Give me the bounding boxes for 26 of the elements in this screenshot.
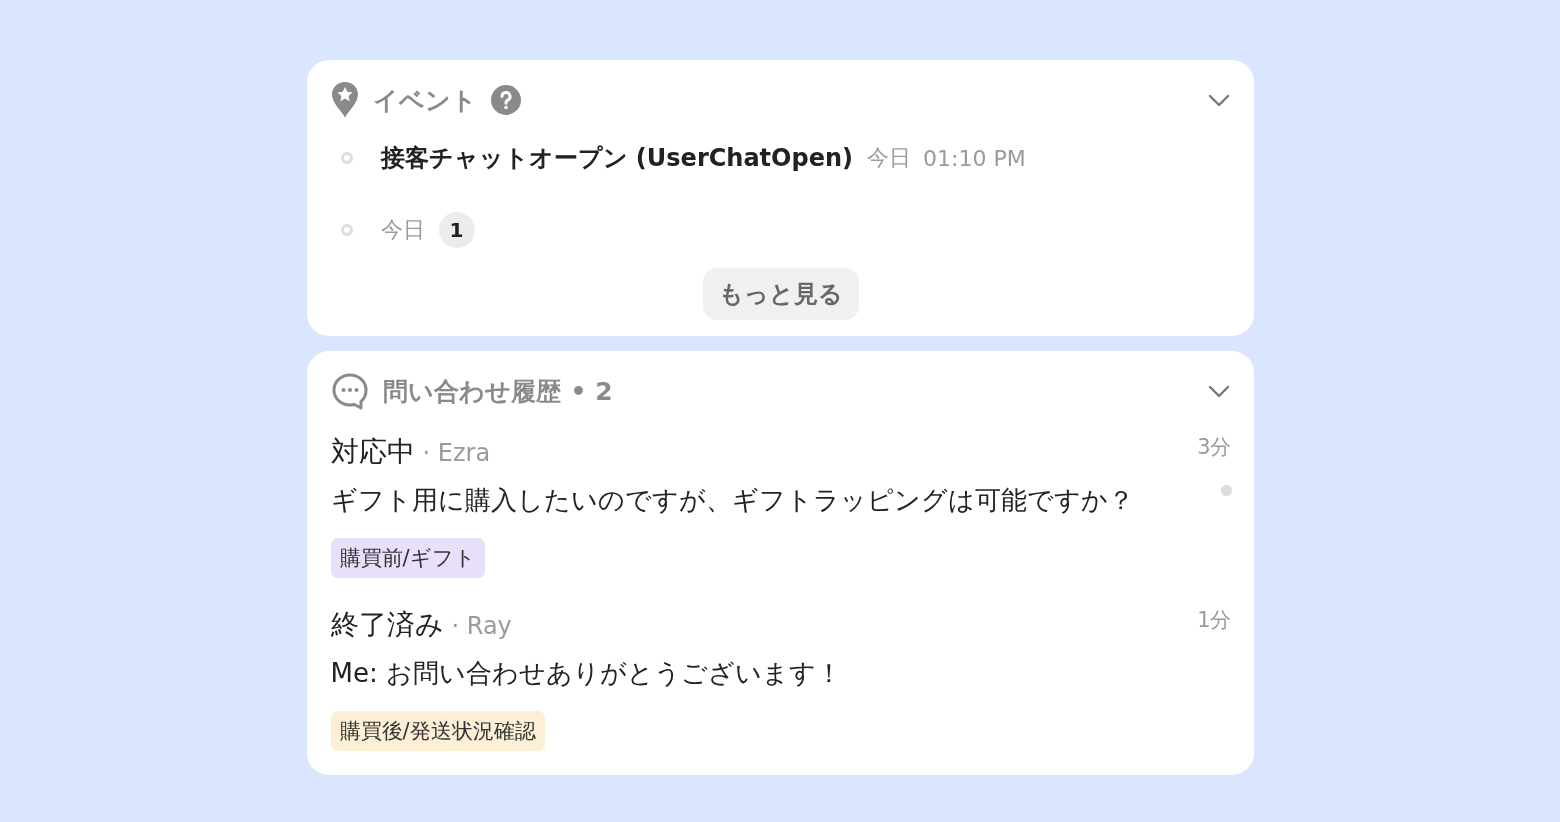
chat-assignee: · Ray bbox=[451, 612, 512, 640]
section-title: イベント bbox=[372, 84, 477, 117]
chat-time: 3分 bbox=[1197, 434, 1232, 461]
chat-status: 終了済み bbox=[330, 607, 444, 643]
history-count: • 2 bbox=[570, 376, 613, 406]
help-icon[interactable] bbox=[490, 85, 521, 115]
chat-tag: 購買前/ギフト bbox=[330, 538, 485, 578]
event-name: 接客チャットオープン (UserChatOpen) bbox=[380, 143, 853, 174]
chat-bubble-icon bbox=[330, 372, 369, 410]
timeline-dot bbox=[340, 224, 353, 236]
section-title: 問い合わせ履歴 bbox=[382, 375, 561, 408]
chat-item[interactable]: 終了済み · Ray 1分 Me: お問い合わせありがとうございます！ 購買後/発送状況確認 bbox=[330, 586, 1232, 759]
chat-tag: 購買後/発送状況確認 bbox=[330, 711, 545, 751]
event-count: 1 bbox=[438, 212, 475, 248]
chat-status: 対応中 bbox=[330, 434, 415, 470]
chat-time: 1分 bbox=[1197, 607, 1232, 634]
event-time: 01:10 PM bbox=[923, 145, 1026, 171]
timeline-dot bbox=[340, 152, 353, 164]
event-day: 今日 bbox=[867, 143, 911, 173]
show-more-button[interactable]: もっと見る bbox=[703, 268, 859, 320]
chat-item[interactable]: 対応中 · Ezra 3分 ギフト用に購入したいのですが、ギフトラッピングは可能ですか？ 購買前/ギフト bbox=[330, 413, 1232, 586]
chat-message: Me: お問い合わせありがとうございます！ bbox=[330, 657, 843, 690]
event-day: 今日 bbox=[380, 215, 425, 245]
map-pin-star-icon bbox=[330, 81, 359, 119]
chat-message: ギフト用に購入したいのですが、ギフトラッピングは可能ですか？ bbox=[330, 484, 1135, 517]
chat-assignee: · Ezra bbox=[422, 439, 491, 467]
